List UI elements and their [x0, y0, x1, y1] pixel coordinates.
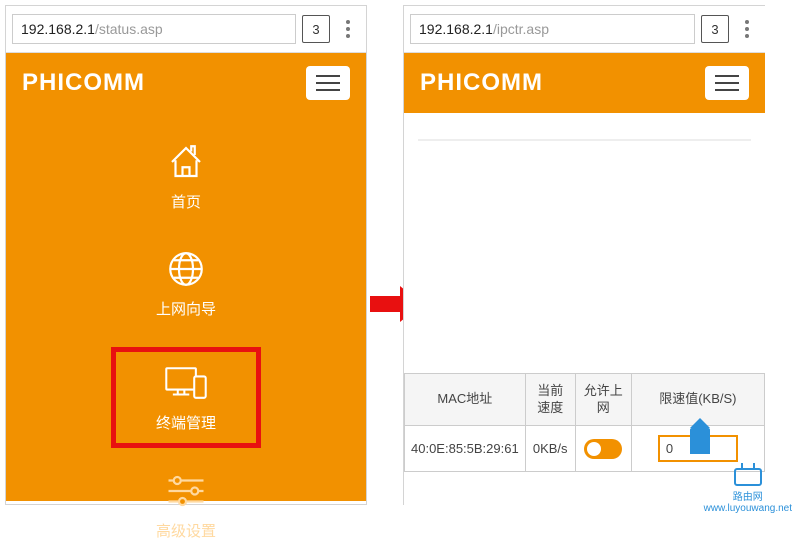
allow-toggle[interactable] [584, 439, 622, 459]
url-path: /status.asp [95, 21, 163, 37]
router-icon [734, 468, 762, 486]
url-host: 192.168.2.1 [419, 21, 493, 37]
url-input[interactable]: 192.168.2.1/status.asp [12, 14, 296, 44]
tab-count-button[interactable]: 3 [701, 15, 729, 43]
url-path: /ipctr.asp [493, 21, 549, 37]
col-mac-header: MAC地址 [405, 374, 526, 426]
app-header: PHICOMM [404, 53, 765, 113]
menu-toggle-button[interactable] [306, 66, 350, 100]
main-menu: 首页 上网向导 终端管理 [6, 113, 366, 501]
menu-label: 终端管理 [116, 412, 256, 433]
callout-pointer-icon [690, 428, 716, 454]
tab-count-button[interactable]: 3 [302, 15, 330, 43]
menu-item-advanced[interactable]: 高级设置 [121, 462, 251, 547]
col-speed-header: 当前速度 [525, 374, 575, 426]
browser-menu-icon[interactable] [735, 15, 759, 43]
browser-menu-icon[interactable] [336, 15, 360, 43]
tab-count-value: 3 [312, 22, 319, 37]
watermark-url: www.luyouwang.net [704, 503, 792, 514]
brand-logo: PHICOMM [22, 69, 145, 97]
brand-logo: PHICOMM [420, 69, 543, 97]
menu-label: 高级设置 [121, 520, 251, 541]
browser-urlbar: 192.168.2.1/status.asp 3 [6, 6, 366, 53]
phone-screenshot-left: 192.168.2.1/status.asp 3 PHICOMM 首页 [5, 5, 367, 505]
watermark-label: 路由网 [704, 488, 792, 503]
cell-mac: 40:0E:85:5B:29:61 [405, 426, 526, 472]
menu-item-home[interactable]: 首页 [121, 133, 251, 218]
cell-speed: 0KB/s [525, 426, 575, 472]
home-icon [163, 139, 209, 185]
divider [418, 139, 751, 141]
menu-label: 首页 [121, 191, 251, 212]
devices-icon [163, 360, 209, 406]
browser-urlbar: 192.168.2.1/ipctr.asp 3 [404, 6, 765, 53]
menu-item-wizard[interactable]: 上网向导 [121, 240, 251, 325]
menu-item-terminal-mgmt[interactable]: 终端管理 [111, 347, 261, 448]
watermark: 路由网 www.luyouwang.net [704, 468, 792, 514]
cell-allow [575, 426, 631, 472]
table-header-row: MAC地址 当前速度 允许上网 限速值(KB/S) [405, 374, 765, 426]
sliders-icon [163, 468, 209, 514]
globe-icon [163, 246, 209, 292]
url-host: 192.168.2.1 [21, 21, 95, 37]
tab-count-value: 3 [711, 22, 718, 37]
menu-toggle-button[interactable] [705, 66, 749, 100]
url-input[interactable]: 192.168.2.1/ipctr.asp [410, 14, 695, 44]
app-header: PHICOMM [6, 53, 366, 113]
col-allow-header: 允许上网 [575, 374, 631, 426]
menu-label: 上网向导 [121, 298, 251, 319]
device-table: MAC地址 当前速度 允许上网 限速值(KB/S) 40:0E:85:5B:29… [404, 373, 765, 472]
